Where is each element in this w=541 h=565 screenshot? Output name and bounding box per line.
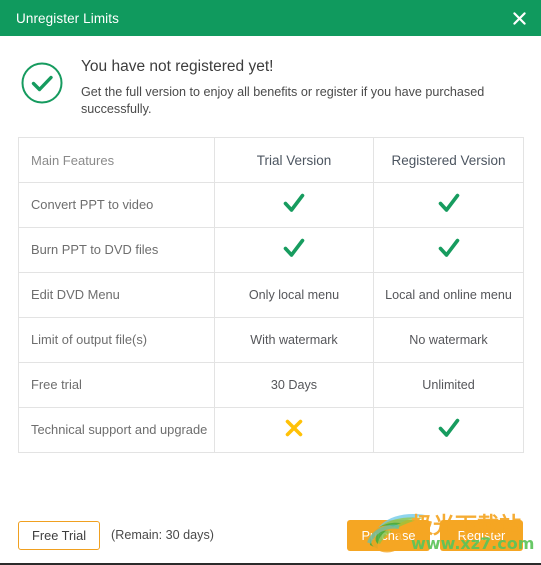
feature-cell: Free trial [18, 362, 215, 408]
purchase-button[interactable]: Purchase [347, 519, 430, 551]
table-row: Free trial 30 Days Unlimited [18, 362, 524, 408]
feature-cell: Burn PPT to DVD files [18, 227, 215, 273]
notice-title: You have not registered yet! [81, 58, 274, 75]
column-header-registered: Registered Version [373, 137, 524, 183]
table-row: Technical support and upgrade [18, 407, 524, 453]
title-bar: Unregister Limits [0, 0, 541, 36]
check-icon [283, 238, 305, 258]
feature-cell: Edit DVD Menu [18, 272, 215, 318]
registered-cell [373, 182, 524, 228]
check-icon [438, 193, 460, 213]
table-row: Edit DVD Menu Only local menu Local and on… [18, 272, 524, 318]
comparison-table: Main Features Trial Version Registered V… [18, 137, 524, 453]
column-header-features: Main Features [18, 137, 215, 183]
registered-cell: Unlimited [373, 362, 524, 408]
trial-cell [214, 227, 374, 273]
registered-cell: Local and online menu [373, 272, 524, 318]
trial-cell [214, 182, 374, 228]
close-icon [512, 11, 527, 26]
trial-cell: With watermark [214, 317, 374, 363]
table-row: Limit of output file(s) With watermark No … [18, 317, 524, 363]
table-header-row: Main Features Trial Version Registered V… [18, 137, 524, 183]
check-icon [283, 193, 305, 213]
comparison-table-wrapper: Main Features Trial Version Registered V… [18, 137, 524, 453]
cross-icon [284, 418, 304, 438]
close-button[interactable] [497, 0, 541, 36]
footer-bar: Free Trial (Remain: 30 days) Purchase Re… [0, 513, 541, 557]
registered-cell [373, 407, 524, 453]
feature-cell: Limit of output file(s) [18, 317, 215, 363]
check-icon [438, 238, 460, 258]
column-header-trial: Trial Version [214, 137, 374, 183]
check-icon [438, 418, 460, 438]
table-row: Convert PPT to video [18, 182, 524, 228]
register-button[interactable]: Register [440, 519, 523, 551]
notice-subtitle: Get the full version to enjoy all benefi… [81, 85, 485, 116]
check-circle-icon [20, 61, 64, 105]
window-title: Unregister Limits [16, 10, 119, 26]
feature-cell: Technical support and upgrade [18, 407, 215, 453]
trial-cell: 30 Days [214, 362, 374, 408]
trial-cell [214, 407, 374, 453]
registered-cell: No watermark [373, 317, 524, 363]
remain-days-label: (Remain: 30 days) [111, 528, 214, 542]
table-row: Burn PPT to DVD files [18, 227, 524, 273]
registered-cell [373, 227, 524, 273]
free-trial-button[interactable]: Free Trial [18, 520, 101, 550]
trial-cell: Only local menu [214, 272, 374, 318]
feature-cell: Convert PPT to video [18, 182, 215, 228]
registration-notice: You have not registered yet! Get the ful… [0, 36, 541, 118]
